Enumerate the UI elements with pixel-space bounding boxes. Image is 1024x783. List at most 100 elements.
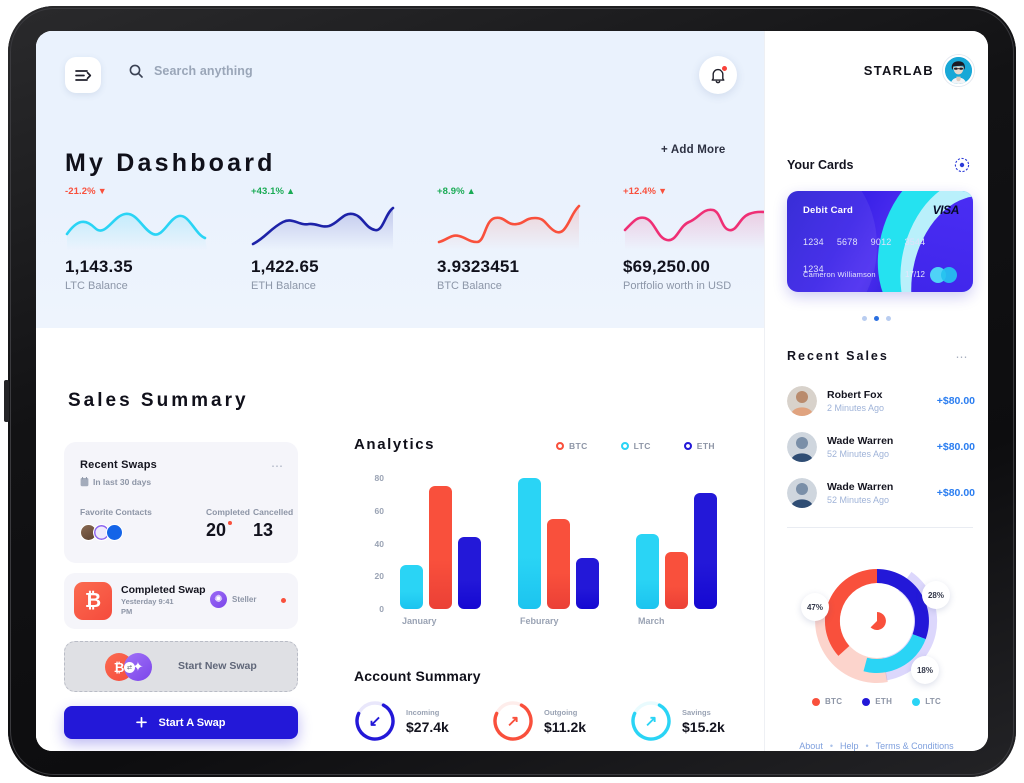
- legend-dot: [683, 442, 692, 450]
- x-axis-label: Feburary: [520, 616, 559, 626]
- legend-item-btc[interactable]: BTC: [556, 441, 588, 451]
- stat-sparkline: [65, 201, 211, 253]
- cancelled-label: Cancelled: [253, 507, 294, 517]
- stat-card[interactable]: -21.2% ▼ 1,143.35 LTC Balance: [65, 186, 235, 292]
- add-card-icon[interactable]: [954, 157, 970, 173]
- card-carousel-dots[interactable]: [765, 316, 988, 321]
- add-more-button[interactable]: + Add More: [661, 144, 726, 156]
- footer-link-terms[interactable]: Terms & Conditions: [876, 741, 954, 751]
- donut-label-eth: 28%: [922, 581, 950, 609]
- account-summary-item[interactable]: ↗ Outgoing $11.2k: [492, 700, 586, 742]
- notification-bell-button[interactable]: [699, 56, 737, 94]
- stat-label: BTC Balance: [437, 280, 502, 292]
- footer-link-help[interactable]: Help: [840, 741, 859, 751]
- stat-value: 3.9323451: [437, 257, 520, 276]
- trend-up-icon: ▲: [286, 186, 296, 196]
- account-summary-value: $11.2k: [544, 718, 587, 735]
- sales-summary-section: Sales Summary Recent Swaps ⋯ In last 30 …: [36, 328, 764, 751]
- status-dot: [281, 598, 286, 603]
- account-summary-item[interactable]: ↗ Savings $15.2k: [630, 700, 725, 742]
- list-item[interactable]: Wade Warren 52 Minutes Ago +$80.00: [787, 427, 975, 467]
- page-title: My Dashboard: [65, 149, 276, 177]
- bar-ltc-march[interactable]: [636, 533, 659, 609]
- list-item[interactable]: Robert Fox 2 Minutes Ago +$80.00: [787, 381, 975, 421]
- account-summary-text: Savings $15.2k: [682, 708, 725, 735]
- account-summary-title: Account Summary: [354, 668, 481, 684]
- y-axis-tick: 20: [374, 571, 384, 582]
- menu-expand-icon[interactable]: [65, 57, 101, 93]
- chart-plot-area: January Feburary March: [392, 468, 746, 626]
- stat-value: 1,422.65: [251, 257, 319, 276]
- footer-separator: •: [865, 741, 869, 751]
- legend-label: BTC: [824, 697, 843, 706]
- card-number-group: 3544: [904, 237, 926, 247]
- sale-name: Robert Fox: [827, 389, 883, 401]
- stat-card[interactable]: +43.1% ▲ 1,422.65 ETH Balance: [251, 186, 421, 292]
- legend-item-ltc[interactable]: LTC: [620, 441, 651, 451]
- bar-ltc-january[interactable]: [400, 564, 423, 609]
- stat-delta-value: +43.1%: [251, 186, 285, 197]
- sidebar-footer: About • Help • Terms & Conditions: [765, 741, 988, 751]
- stellar-network-chip: ✺ Steller: [210, 591, 256, 608]
- bar-eth-march[interactable]: [694, 492, 717, 609]
- list-item[interactable]: Wade Warren 52 Minutes Ago +$80.00: [787, 473, 975, 513]
- sales-summary-title: Sales Summary: [68, 390, 249, 411]
- analytics-legend: BTC LTC ETH: [556, 441, 715, 451]
- analytics-bar-chart: 80 60 40 20 0 January Feburary March: [354, 468, 746, 633]
- carousel-dot[interactable]: [862, 316, 867, 321]
- stat-delta-value: -21.2%: [65, 186, 96, 197]
- more-dots-icon[interactable]: ⋯: [954, 349, 970, 365]
- avatar: [787, 386, 817, 416]
- start-new-swap-card[interactable]: ₿ ✦ ⇄ Start New Swap: [64, 641, 298, 692]
- visa-logo: VISA: [932, 203, 960, 217]
- search-input[interactable]: [154, 64, 374, 78]
- stat-card-row: -21.2% ▼ 1,143.35 LTC Balance +43.1% ▲ 1,422.6…: [36, 186, 767, 321]
- legend-item-eth[interactable]: ETH: [683, 441, 715, 451]
- bar-btc-feburary[interactable]: [547, 518, 570, 609]
- more-dots-icon[interactable]: ⋯: [271, 459, 284, 473]
- legend-dot: [556, 442, 564, 450]
- sale-name: Wade Warren: [827, 481, 894, 493]
- top-bar: [36, 31, 764, 121]
- carousel-dot[interactable]: [886, 316, 891, 321]
- avatar[interactable]: [106, 524, 123, 541]
- bar-btc-january[interactable]: [429, 486, 452, 609]
- footer-link-about[interactable]: About: [799, 741, 823, 751]
- bitcoin-icon: ₿: [74, 582, 112, 620]
- mastercard-icon: [930, 267, 960, 283]
- analytics-title: Analytics: [354, 436, 436, 453]
- search-bar[interactable]: [129, 64, 374, 78]
- bar-eth-january[interactable]: [458, 536, 481, 609]
- debit-card[interactable]: Debit Card VISA 1234 5678 9012 3544 1234 Cam…: [787, 191, 973, 292]
- x-axis-label: March: [638, 616, 665, 626]
- start-a-swap-button[interactable]: Start A Swap: [64, 706, 298, 739]
- calendar-icon: [80, 477, 89, 487]
- y-axis-tick: 60: [374, 505, 384, 516]
- sale-time: 52 Minutes Ago: [827, 449, 890, 459]
- portfolio-donut-chart: 47% 28% 18%: [765, 543, 988, 703]
- legend-label: ETH: [696, 441, 715, 451]
- start-a-swap-label: Start A Swap: [158, 716, 226, 729]
- donut-legend-item-btc[interactable]: BTC: [811, 697, 843, 706]
- list-item-text: Wade Warren 52 Minutes Ago: [827, 481, 937, 505]
- account-summary-item[interactable]: ↙ Incoming $27.4k: [354, 700, 449, 742]
- card-number-group: 5678: [836, 237, 858, 247]
- favorite-contacts-avatars[interactable]: [80, 524, 123, 541]
- donut-legend-item-eth[interactable]: ETH: [862, 697, 892, 706]
- carousel-dot[interactable]: [874, 316, 879, 321]
- donut-label-btc: 47%: [801, 593, 829, 621]
- completed-swap-card[interactable]: ₿ Completed Swap Yesterday 9:41 PM ✺ Ste…: [64, 573, 298, 629]
- y-axis-tick: 0: [379, 604, 384, 614]
- legend-dot: [620, 442, 629, 450]
- legend-label: LTC: [633, 441, 651, 451]
- bar-btc-march[interactable]: [665, 551, 688, 609]
- user-avatar[interactable]: [943, 55, 974, 86]
- bar-eth-feburary[interactable]: [576, 558, 599, 609]
- card-number-group: 1234: [803, 237, 824, 247]
- stat-card[interactable]: +8.9% ▲ 3.9323451 BTC Balance: [437, 186, 607, 292]
- bar-ltc-feburary[interactable]: [518, 478, 541, 609]
- donut-legend-item-ltc[interactable]: LTC: [912, 697, 941, 706]
- bar-group: [518, 478, 599, 609]
- x-axis-label: January: [402, 616, 437, 626]
- stat-delta: +43.1% ▲: [251, 186, 421, 197]
